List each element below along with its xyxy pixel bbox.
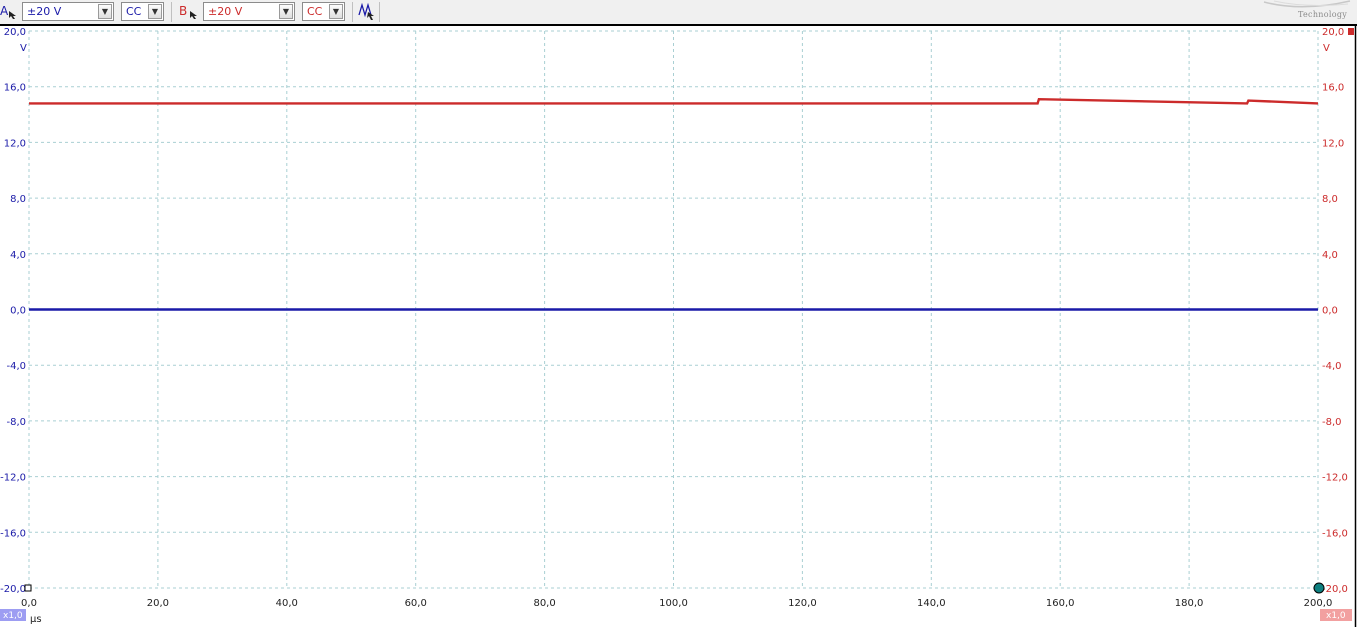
left-tick-label: 8,0 [10, 194, 26, 205]
right-axis-unit: V [1323, 43, 1330, 54]
left-tick-label: -8,0 [6, 417, 26, 428]
x-tick-label: 140,0 [917, 598, 946, 609]
toolbar-divider [379, 2, 380, 22]
x-tick-label: 200,0 [1304, 598, 1333, 609]
right-tick-label: 12,0 [1322, 138, 1344, 149]
channel-b-marker[interactable] [1348, 28, 1354, 35]
right-tick-label: 16,0 [1322, 83, 1344, 94]
channel-a-range-select[interactable]: ±20 V ▼ [22, 2, 114, 21]
left-tick-label: 12,0 [4, 138, 26, 149]
right-tick-label: -12,0 [1322, 473, 1348, 484]
x-axis-unit: µs [30, 614, 42, 625]
chevron-down-icon[interactable]: ▼ [98, 4, 112, 19]
oscilloscope-plot[interactable]: 20,0 16,0 12,0 8,0 4,0 0,0 -4,0 -8,0 -12,0 -16,0 -… [0, 24, 1357, 627]
channel-b-coupling-select[interactable]: CC ▼ [302, 2, 345, 21]
right-tick-label: -16,0 [1322, 528, 1348, 539]
channel-a-label[interactable]: A [0, 4, 8, 23]
left-tick-label: -20,0 [0, 584, 26, 595]
channel-b-range-value: ±20 V [208, 5, 243, 18]
right-tick-label: 20,0 [1322, 27, 1344, 38]
channel-b-label[interactable]: B [179, 4, 187, 23]
left-tick-label: 20,0 [4, 27, 26, 38]
right-tick-label: 4,0 [1322, 250, 1338, 261]
right-tick-label: -20,0 [1322, 584, 1348, 595]
channel-a-coupling-select[interactable]: CC ▼ [121, 2, 164, 21]
right-tick-label: -8,0 [1322, 417, 1342, 428]
channel-b-coupling-value: CC [307, 5, 323, 18]
hand-cursor-icon[interactable] [189, 10, 198, 19]
x-tick-label: 80,0 [533, 598, 555, 609]
channel-a-range-value: ±20 V [27, 5, 62, 18]
trigger-marker[interactable] [1313, 582, 1325, 594]
x-tick-label: 180,0 [1175, 598, 1204, 609]
x-tick-label: 0,0 [21, 598, 37, 609]
left-tick-label: 0,0 [10, 306, 26, 317]
left-scale-label: x1,0 [3, 611, 23, 621]
right-tick-label: 8,0 [1322, 194, 1338, 205]
left-tick-label: -16,0 [0, 528, 26, 539]
left-ruler-handle[interactable] [24, 584, 32, 592]
channel-b-range-select[interactable]: ±20 V ▼ [203, 2, 295, 21]
toolbar-divider [171, 2, 172, 22]
left-tick-label: -4,0 [6, 361, 26, 372]
x-tick-label: 160,0 [1046, 598, 1075, 609]
right-scale-label: x1,0 [1326, 611, 1346, 621]
right-tick-label: -4,0 [1322, 361, 1342, 372]
left-axis-unit: V [20, 43, 27, 54]
toolbar: A ±20 V ▼ CC ▼ B ±20 V ▼ CC ▼ Technology [0, 0, 1357, 25]
x-tick-label: 120,0 [788, 598, 817, 609]
chevron-down-icon[interactable]: ▼ [148, 4, 162, 19]
toolbar-divider [352, 2, 353, 22]
brand-logo-swoosh [1263, 0, 1351, 8]
right-tick-label: 0,0 [1322, 306, 1338, 317]
left-tick-label: 4,0 [10, 250, 26, 261]
left-tick-label: 16,0 [4, 83, 26, 94]
chevron-down-icon[interactable]: ▼ [329, 4, 343, 19]
x-tick-label: 20,0 [147, 598, 169, 609]
left-tick-label: -12,0 [0, 473, 26, 484]
brand-logo-text: Technology [1298, 10, 1348, 19]
x-tick-label: 40,0 [276, 598, 298, 609]
x-tick-label: 60,0 [405, 598, 427, 609]
chevron-down-icon[interactable]: ▼ [279, 4, 293, 19]
hand-cursor-icon[interactable] [8, 10, 17, 19]
channel-a-coupling-value: CC [126, 5, 142, 18]
waveform-icon[interactable] [357, 2, 377, 21]
plot-background [0, 24, 1357, 627]
x-tick-label: 100,0 [659, 598, 688, 609]
